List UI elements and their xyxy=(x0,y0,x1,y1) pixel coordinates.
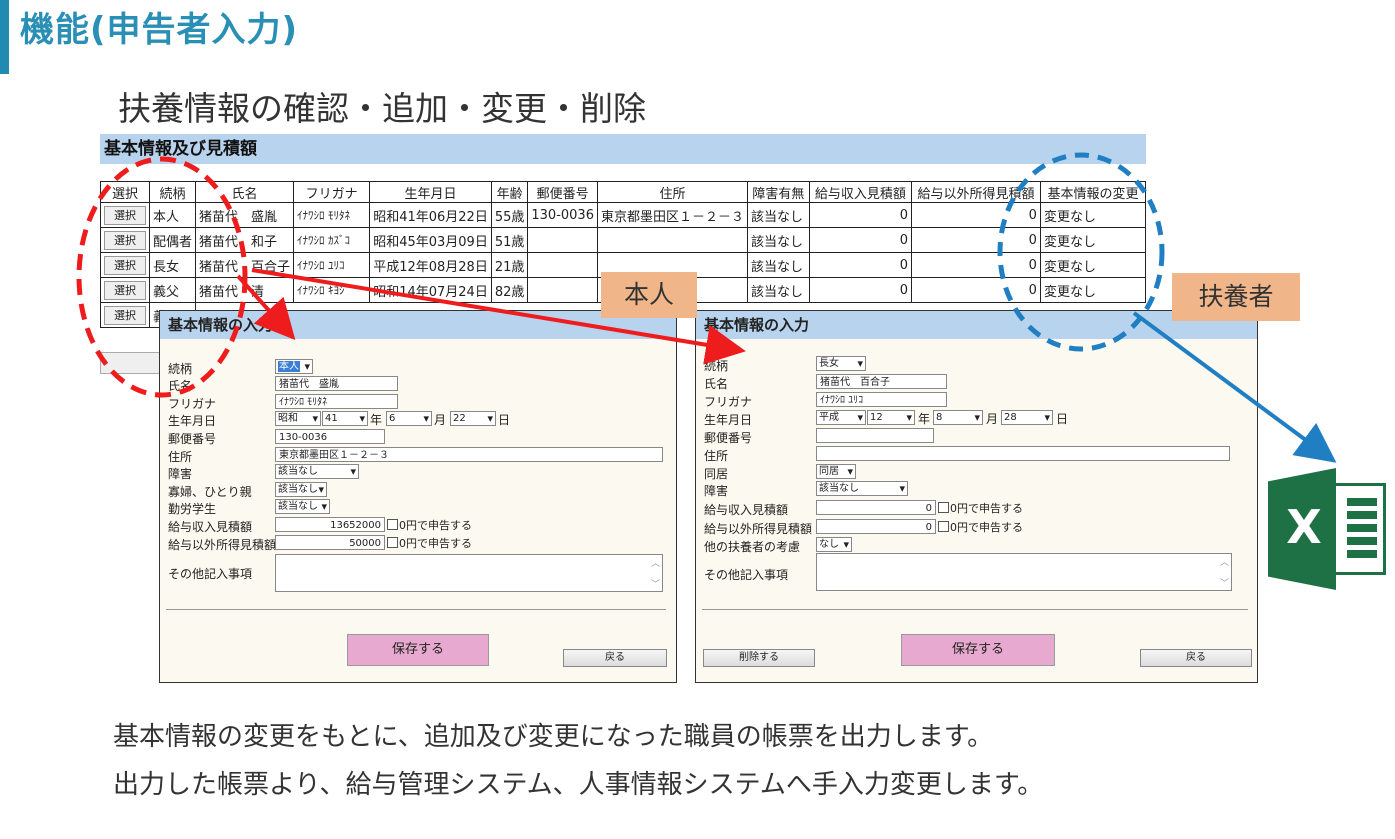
annotation-overlay xyxy=(76,152,1337,463)
red-arrow-to-self-dialog xyxy=(236,274,296,340)
blue-dashed-circle xyxy=(997,152,1165,352)
description-line-2: 出力した帳票より、給与管理システム、人事情報システムへ手入力変更します。 xyxy=(113,770,1044,800)
excel-grid-shape xyxy=(1347,498,1377,560)
excel-icon: X xyxy=(1268,468,1388,590)
blue-arrow-to-excel xyxy=(1132,311,1337,463)
red-dashed-circle xyxy=(76,156,248,398)
excel-letter: X xyxy=(1286,500,1322,554)
red-arrow-to-dependent-dialog xyxy=(251,268,746,365)
description-line-1: 基本情報の変更をもとに、追加及び変更になった職員の帳票を出力します。 xyxy=(113,722,994,752)
